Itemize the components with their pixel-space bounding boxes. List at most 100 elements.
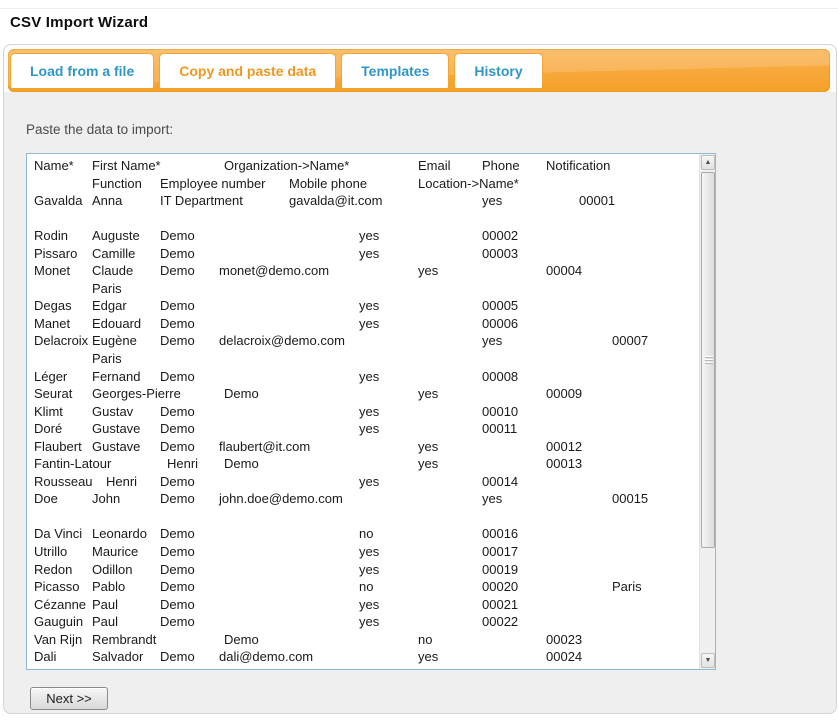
tab-history[interactable]: History <box>454 53 542 88</box>
data-cell: Demo <box>160 316 195 331</box>
textarea-line: DaliSalvadorDemodali@demo.comyes00024 <box>34 649 694 667</box>
data-cell: yes <box>482 491 502 506</box>
data-cell: dali@demo.com <box>219 649 313 664</box>
data-cell: Demo <box>160 404 195 419</box>
data-cell: monet@demo.com <box>219 263 329 278</box>
data-cell: flaubert@it.com <box>219 439 310 454</box>
data-cell: Name* <box>34 158 74 173</box>
data-cell: Demo <box>160 228 195 243</box>
data-cell: yes <box>418 649 438 664</box>
scroll-up-icon[interactable]: ▲ <box>701 155 715 170</box>
textarea-line: SeuratGeorges-PierreDemoyes00009 <box>34 386 694 404</box>
data-cell: Van Rijn <box>34 632 82 647</box>
data-cell: Georges-Pierre <box>92 386 181 401</box>
data-cell: Picasso <box>34 579 80 594</box>
data-cell: Employee number <box>160 176 266 191</box>
data-cell: yes <box>418 439 438 454</box>
textarea-line: DoréGustaveDemoyes00011 <box>34 421 694 439</box>
data-cell: Demo <box>224 386 259 401</box>
tab-load-from-a-file[interactable]: Load from a file <box>10 53 154 88</box>
data-cell: Eugène <box>92 333 137 348</box>
textarea-line: Paris <box>34 281 694 299</box>
textarea-line: FunctionEmployee numberMobile phoneLocat… <box>34 176 694 194</box>
data-cell: Odillon <box>92 562 132 577</box>
data-cell: Demo <box>160 544 195 559</box>
textarea-line: GauguinPaulDemoyes00022 <box>34 614 694 632</box>
data-cell: Rousseau <box>34 474 93 489</box>
data-cell: Paris <box>92 351 122 366</box>
csv-import-wizard-page: { "page_title": "CSV Import Wizard", "ta… <box>0 0 838 723</box>
textarea-line: KlimtGustavDemoyes00010 <box>34 404 694 422</box>
data-cell: Demo <box>160 333 195 348</box>
data-cell: yes <box>418 386 438 401</box>
textarea-line <box>34 509 694 527</box>
data-cell: Léger <box>34 369 67 384</box>
data-cell: yes <box>418 263 438 278</box>
data-cell: delacroix@demo.com <box>219 333 345 348</box>
data-cell: Redon <box>34 562 72 577</box>
paste-data-lines: Name*First Name*Organization->Name*Email… <box>34 158 694 670</box>
data-cell: 00002 <box>482 228 518 243</box>
paste-data-textarea[interactable]: Name*First Name*Organization->Name*Email… <box>26 153 716 670</box>
data-cell: Claude <box>92 263 133 278</box>
data-cell: Edgar <box>92 298 127 313</box>
scrollbar-thumb[interactable] <box>701 172 715 548</box>
textarea-line: CézannePaulDemoyes00021 <box>34 597 694 615</box>
paste-data-label: Paste the data to import: <box>26 122 173 137</box>
data-cell: Demo <box>160 597 195 612</box>
data-cell: john.doe@demo.com <box>219 491 343 506</box>
data-cell: Gauguin <box>34 614 83 629</box>
data-cell: Grenoble <box>92 667 145 670</box>
data-cell: Pissaro <box>34 246 77 261</box>
data-cell: yes <box>359 246 379 261</box>
data-cell: Utrillo <box>34 544 67 559</box>
data-cell: First Name* <box>92 158 161 173</box>
data-cell: Gustave <box>92 421 140 436</box>
data-cell: 00012 <box>546 439 582 454</box>
vertical-scrollbar[interactable]: ▲ ▼ <box>699 154 715 669</box>
textarea-line: Da VinciLeonardoDemono00016 <box>34 526 694 544</box>
textarea-line: PicassoPabloDemono00020Paris <box>34 579 694 597</box>
tab-copy-and-paste-data[interactable]: Copy and paste data <box>159 53 336 88</box>
textarea-line: PissaroCamilleDemoyes00003 <box>34 246 694 264</box>
tab-templates[interactable]: Templates <box>341 53 449 88</box>
data-cell: yes <box>359 562 379 577</box>
textarea-line: DelacroixEugèneDemodelacroix@demo.comyes… <box>34 333 694 351</box>
data-cell: 00022 <box>482 614 518 629</box>
data-cell: 00023 <box>546 632 582 647</box>
data-cell: Demo <box>160 614 195 629</box>
data-cell: Gustave <box>92 439 140 454</box>
data-cell: Fernand <box>92 369 140 384</box>
data-cell: 00014 <box>482 474 518 489</box>
data-cell: Henri <box>106 474 137 489</box>
data-cell: yes <box>359 614 379 629</box>
data-cell: Da Vinci <box>34 526 82 541</box>
data-cell: Cézanne <box>34 597 86 612</box>
data-cell: Salvador <box>92 649 143 664</box>
data-cell: Demo <box>160 263 195 278</box>
data-cell: Leonardo <box>92 526 147 541</box>
data-cell: Phone <box>482 158 520 173</box>
textarea-line <box>34 211 694 229</box>
data-cell: Location->Name* <box>418 176 519 191</box>
data-cell: Gavalda <box>34 193 82 208</box>
data-cell: Fantin-Latour <box>34 456 111 471</box>
scroll-down-icon[interactable]: ▼ <box>701 653 715 668</box>
data-cell: Demo <box>160 421 195 436</box>
data-cell: yes <box>359 404 379 419</box>
data-cell: 00015 <box>612 491 648 506</box>
scrollbar-grip-icon <box>705 356 713 364</box>
data-cell: yes <box>359 544 379 559</box>
data-cell: IT Department <box>160 193 243 208</box>
data-cell: Pablo <box>92 579 125 594</box>
data-cell: 00003 <box>482 246 518 261</box>
data-cell: Degas <box>34 298 72 313</box>
data-cell: 00024 <box>546 649 582 664</box>
data-cell: Rodin <box>34 228 68 243</box>
data-cell: Auguste <box>92 228 140 243</box>
data-cell: Function <box>92 176 142 191</box>
textarea-line: Fantin-LatourHenriDemoyes00013 <box>34 456 694 474</box>
next-button[interactable]: Next >> <box>30 687 108 710</box>
data-cell: Paris <box>92 281 122 296</box>
data-cell: Gustav <box>92 404 133 419</box>
